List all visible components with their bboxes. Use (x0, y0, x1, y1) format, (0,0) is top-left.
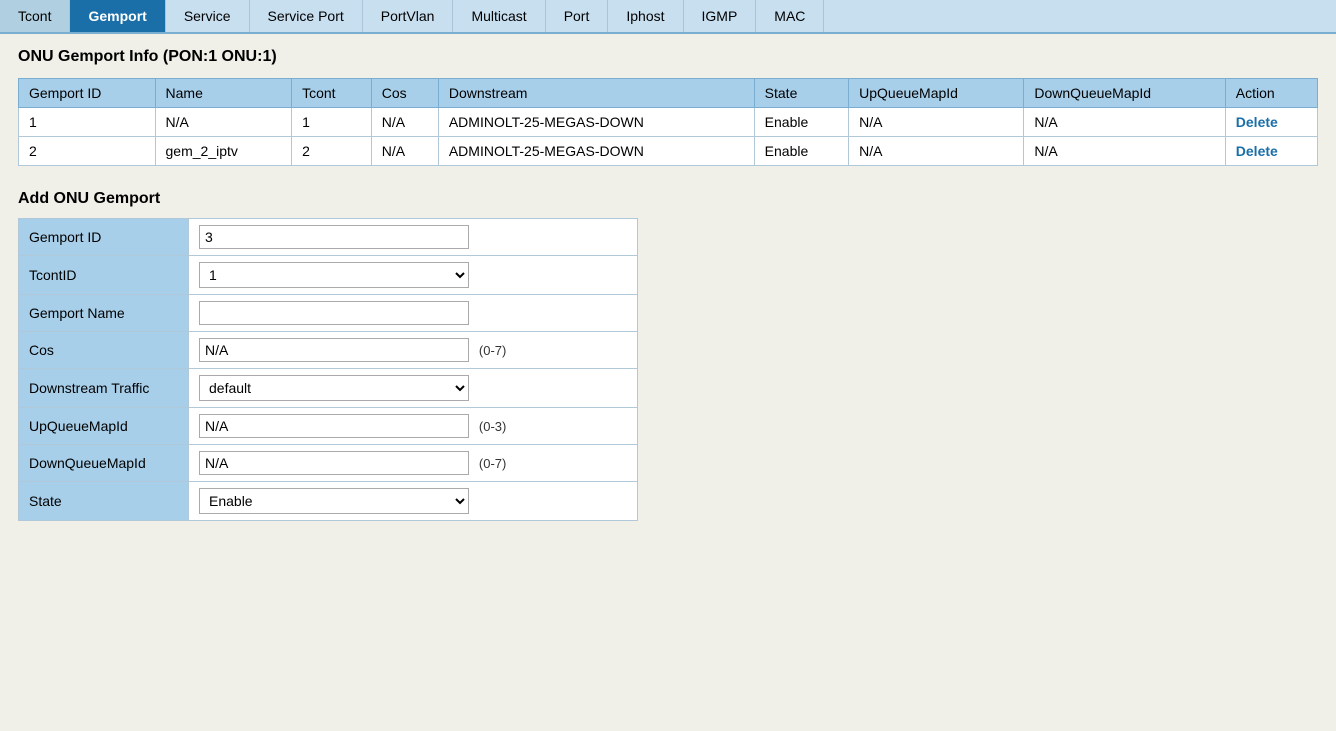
tab-bar: Tcont Gemport Service Service Port PortV… (0, 0, 1336, 34)
cell-action: Delete (1225, 137, 1317, 166)
col-upqueue: UpQueueMapId (849, 79, 1024, 108)
cell-downqueue: N/A (1024, 137, 1225, 166)
cell-state: Enable (754, 108, 848, 137)
col-tcont: Tcont (292, 79, 372, 108)
form-row-upqueue: UpQueueMapId (0-3) (19, 408, 638, 445)
cell-downqueue: N/A (1024, 108, 1225, 137)
gemport-name-input[interactable] (199, 301, 469, 325)
col-state: State (754, 79, 848, 108)
cell-cos: N/A (371, 137, 438, 166)
tab-multicast[interactable]: Multicast (453, 0, 545, 32)
form-row-cos: Cos (0-7) (19, 332, 638, 369)
cell-gemport-id: 2 (19, 137, 156, 166)
cos-input[interactable] (199, 338, 469, 362)
tab-service[interactable]: Service (166, 0, 250, 32)
tab-port[interactable]: Port (546, 0, 609, 32)
input-cell-cos: (0-7) (189, 332, 638, 369)
form-row-state: State EnableDisable (19, 482, 638, 521)
tab-mac[interactable]: MAC (756, 0, 824, 32)
input-cell-tcont-id: 1234 (189, 256, 638, 295)
tab-portvlan[interactable]: PortVlan (363, 0, 454, 32)
col-downqueue: DownQueueMapId (1024, 79, 1225, 108)
main-content: ONU Gemport Info (PON:1 ONU:1) Gemport I… (0, 34, 1336, 535)
form-row-gemport-id: Gemport ID (19, 219, 638, 256)
label-state: State (19, 482, 189, 521)
label-downqueue: DownQueueMapId (19, 445, 189, 482)
cell-gemport-id: 1 (19, 108, 156, 137)
info-section-title: ONU Gemport Info (PON:1 ONU:1) (18, 48, 1318, 66)
label-tcont-id: TcontID (19, 256, 189, 295)
tab-gemport[interactable]: Gemport (70, 0, 165, 32)
table-row: 1N/A1N/AADMINOLT-25-MEGAS-DOWNEnableN/AN… (19, 108, 1318, 137)
cell-tcont: 1 (292, 108, 372, 137)
state-select[interactable]: EnableDisable (199, 488, 469, 514)
cell-tcont: 2 (292, 137, 372, 166)
label-downstream: Downstream Traffic (19, 369, 189, 408)
input-cell-gemport-id (189, 219, 638, 256)
cell-downstream: ADMINOLT-25-MEGAS-DOWN (438, 137, 754, 166)
add-gemport-form: Gemport ID TcontID 1234 Gemport Name Cos (18, 218, 638, 521)
downstream-select[interactable]: default (199, 375, 469, 401)
add-section-title: Add ONU Gemport (18, 190, 1318, 208)
input-cell-state: EnableDisable (189, 482, 638, 521)
delete-link[interactable]: Delete (1236, 114, 1278, 130)
cell-name: gem_2_iptv (155, 137, 292, 166)
downqueue-input[interactable] (199, 451, 469, 475)
table-row: 2gem_2_iptv2N/AADMINOLT-25-MEGAS-DOWNEna… (19, 137, 1318, 166)
cell-upqueue: N/A (849, 108, 1024, 137)
input-cell-upqueue: (0-3) (189, 408, 638, 445)
downqueue-hint: (0-7) (479, 456, 506, 471)
label-gemport-name: Gemport Name (19, 295, 189, 332)
form-row-downstream: Downstream Traffic default (19, 369, 638, 408)
cell-name: N/A (155, 108, 292, 137)
form-row-gemport-name: Gemport Name (19, 295, 638, 332)
delete-link[interactable]: Delete (1236, 143, 1278, 159)
cell-upqueue: N/A (849, 137, 1024, 166)
tab-iphost[interactable]: Iphost (608, 0, 683, 32)
tab-service-port[interactable]: Service Port (250, 0, 363, 32)
input-cell-downstream: default (189, 369, 638, 408)
cell-action: Delete (1225, 108, 1317, 137)
label-upqueue: UpQueueMapId (19, 408, 189, 445)
tab-tcont[interactable]: Tcont (0, 0, 70, 32)
form-row-downqueue: DownQueueMapId (0-7) (19, 445, 638, 482)
form-row-tcont-id: TcontID 1234 (19, 256, 638, 295)
input-cell-downqueue: (0-7) (189, 445, 638, 482)
cos-hint: (0-7) (479, 343, 506, 358)
cell-state: Enable (754, 137, 848, 166)
upqueue-input[interactable] (199, 414, 469, 438)
cell-downstream: ADMINOLT-25-MEGAS-DOWN (438, 108, 754, 137)
tcont-id-select[interactable]: 1234 (199, 262, 469, 288)
col-gemport-id: Gemport ID (19, 79, 156, 108)
gemport-info-table: Gemport ID Name Tcont Cos Downstream Sta… (18, 78, 1318, 166)
col-name: Name (155, 79, 292, 108)
col-cos: Cos (371, 79, 438, 108)
upqueue-hint: (0-3) (479, 419, 506, 434)
cell-cos: N/A (371, 108, 438, 137)
label-gemport-id: Gemport ID (19, 219, 189, 256)
tab-igmp[interactable]: IGMP (684, 0, 757, 32)
col-downstream: Downstream (438, 79, 754, 108)
label-cos: Cos (19, 332, 189, 369)
input-cell-gemport-name (189, 295, 638, 332)
gemport-id-input[interactable] (199, 225, 469, 249)
col-action: Action (1225, 79, 1317, 108)
